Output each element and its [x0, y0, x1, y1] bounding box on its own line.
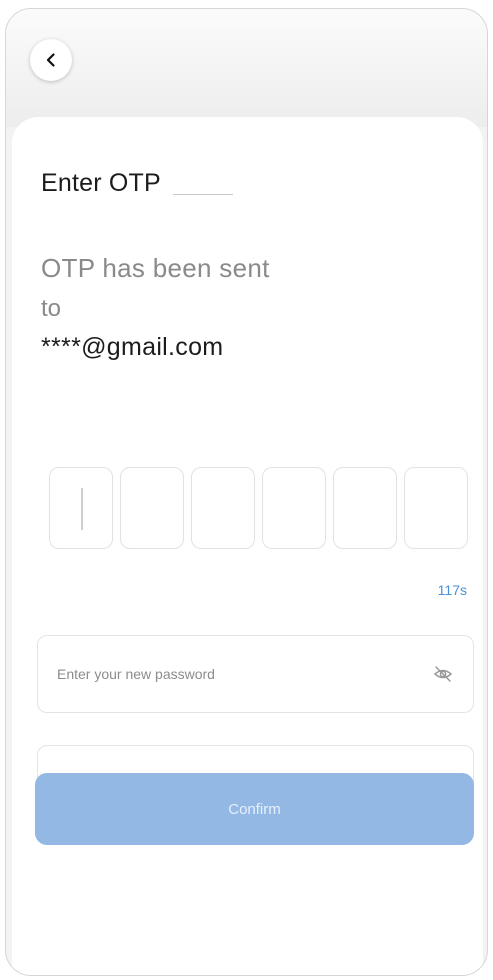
chevron-left-icon: [46, 53, 55, 67]
otp-digit-1[interactable]: [49, 467, 113, 549]
title-underline: [172, 193, 233, 195]
otp-sent-message: OTP has been sent: [41, 253, 270, 283]
back-button[interactable]: [30, 39, 72, 81]
resend-timer: 117s: [437, 582, 467, 598]
toggle-visibility-button[interactable]: [431, 662, 455, 686]
otp-digit-2[interactable]: [120, 467, 184, 549]
eye-off-icon: [433, 666, 453, 682]
confirm-button[interactable]: Confirm: [35, 773, 474, 845]
otp-sent-to: to: [41, 295, 62, 322]
otp-digit-5[interactable]: [333, 467, 397, 549]
new-password-input[interactable]: [57, 666, 397, 682]
otp-digit-3[interactable]: [191, 467, 255, 549]
otp-digit-4[interactable]: [262, 467, 326, 549]
new-password-field: [37, 635, 474, 713]
otp-digit-6[interactable]: [404, 467, 468, 549]
masked-email: ****@gmail.com: [41, 333, 224, 361]
title-row: Enter OTP: [41, 169, 233, 198]
page-title: Enter OTP: [41, 169, 161, 197]
text-caret: [81, 488, 83, 530]
phone-frame: Enter OTP OTP has been sent to ****@gmai…: [5, 8, 488, 976]
otp-sheet: Enter OTP OTP has been sent to ****@gmai…: [12, 117, 483, 975]
otp-input-row: [49, 467, 468, 549]
header: [6, 9, 487, 127]
